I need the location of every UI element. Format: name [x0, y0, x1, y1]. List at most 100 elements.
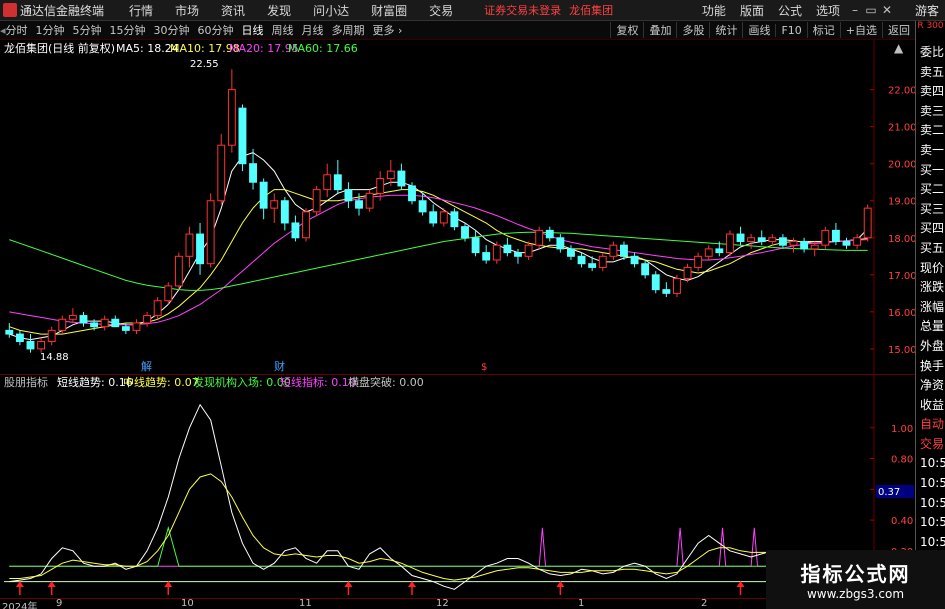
- adjust-button[interactable]: 复权: [610, 22, 643, 38]
- ma-line-ma20: [9, 194, 868, 326]
- panel-item: 买三: [920, 201, 945, 216]
- period-daily[interactable]: 日线: [238, 22, 268, 38]
- panel-item: 总量: [920, 319, 945, 334]
- menu-item-news[interactable]: 资讯: [210, 2, 256, 19]
- price-tick-label: 21.00: [888, 123, 915, 134]
- panel-item: 卖五: [920, 64, 945, 79]
- candle-up: [673, 278, 681, 294]
- indicator-title: 股朋指标: [4, 375, 48, 389]
- period-tick[interactable]: ◂分时: [0, 22, 32, 38]
- panel-item: 现价: [920, 260, 945, 275]
- ma-line-ma5: [9, 152, 869, 341]
- period-more[interactable]: 更多 ›: [369, 22, 407, 38]
- period-1min[interactable]: 1分钟: [32, 22, 69, 38]
- date-tick: 10: [181, 598, 194, 609]
- candle-down: [26, 340, 35, 350]
- candle-down: [429, 211, 438, 224]
- candle-up: [598, 255, 607, 268]
- menu-item-discover[interactable]: 发现: [256, 2, 302, 19]
- menu-item-ask[interactable]: 问小达: [302, 2, 360, 19]
- indicator-tick-label: 0.80: [891, 455, 913, 466]
- menu-item-options[interactable]: 选项: [809, 2, 847, 19]
- price-grid: [870, 40, 875, 374]
- period-weekly[interactable]: 周线: [268, 22, 298, 38]
- candle-down: [503, 244, 512, 254]
- period-5min[interactable]: 5分钟: [69, 22, 106, 38]
- login-notice[interactable]: 证券交易未登录: [484, 2, 561, 18]
- candle-up: [185, 233, 194, 257]
- candle-down: [238, 107, 247, 165]
- candle-up: [153, 300, 162, 317]
- stats-button[interactable]: 统计: [709, 22, 742, 38]
- short-trend-line: [9, 403, 869, 590]
- guest-label[interactable]: 游客: [915, 2, 939, 19]
- panel-item: 买五: [920, 240, 945, 255]
- back-button[interactable]: 返回: [882, 22, 915, 38]
- ma-lines: [9, 152, 869, 341]
- candle-up: [270, 200, 279, 209]
- candle-up: [312, 189, 321, 213]
- candle-down: [121, 326, 130, 331]
- mark-button[interactable]: 标记: [806, 22, 840, 38]
- panel-item: 涨幅: [920, 299, 945, 314]
- candle-up: [439, 211, 448, 224]
- candle-up: [323, 174, 332, 191]
- chart-title: 龙佰集团(日线 前复权): [4, 41, 115, 55]
- period-multi[interactable]: 多周期: [328, 22, 369, 38]
- candle-up: [747, 237, 756, 242]
- period-60min[interactable]: 60分钟: [194, 22, 238, 38]
- candle-down: [778, 237, 787, 246]
- add-watchlist-button[interactable]: +自选: [839, 22, 882, 38]
- candle-down: [461, 226, 469, 239]
- candle-down: [630, 255, 639, 265]
- overlay-button[interactable]: 叠加: [643, 22, 676, 38]
- date-tick: 11: [299, 598, 312, 609]
- multi-stock-button[interactable]: 多股: [676, 22, 709, 38]
- panel-item[interactable]: 自动: [916, 415, 945, 435]
- menu-item-wealth[interactable]: 财富圈: [360, 2, 418, 19]
- price-tick-label: 16.00: [888, 308, 915, 319]
- menu-item-function[interactable]: 功能: [695, 2, 733, 19]
- panel-list: 委比 卖五 卖四 卖三 卖二 卖一 买一 买二 买三 买四 买五 现价 涨跌 涨幅 总量 外盘 换手 净资 收益 自动…: [916, 43, 945, 609]
- candle-down: [757, 237, 766, 242]
- short-signal-line: [9, 527, 868, 567]
- main-chart[interactable]: 22.00 21.00 20.00 19.00 18.00 17.00 16.00 15.00…: [0, 40, 917, 374]
- candle-down: [397, 170, 406, 187]
- menu-item-trade[interactable]: 交易: [418, 2, 464, 19]
- period-monthly[interactable]: 月线: [298, 22, 328, 38]
- collapse-icon[interactable]: ▲: [894, 41, 904, 55]
- toolbar-right: 复权 叠加 多股 统计 画线 F10 标记 +自选 返回: [610, 22, 915, 38]
- watermark-url: www.zbgs3.com: [806, 587, 905, 601]
- draw-line-button[interactable]: 画线: [742, 22, 775, 38]
- ma-line-ma10: [9, 189, 868, 335]
- candle-up: [768, 237, 777, 242]
- f10-button[interactable]: F10: [775, 23, 806, 37]
- menu-item-formula[interactable]: 公式: [771, 2, 809, 19]
- period-30min[interactable]: 30分钟: [150, 22, 194, 38]
- menu-item-layout[interactable]: 版面: [733, 2, 771, 19]
- candle-down: [418, 200, 427, 213]
- restore-icon[interactable]: ▭: [863, 3, 879, 17]
- candle-down: [567, 248, 575, 257]
- candle-down: [291, 222, 300, 239]
- panel-item[interactable]: 交易: [916, 435, 945, 455]
- menu-item-market[interactable]: 市场: [164, 2, 210, 19]
- date-tick: 2: [701, 598, 708, 609]
- candle-up: [227, 89, 236, 146]
- stock-name-header: 龙佰集团: [569, 4, 614, 17]
- close-icon[interactable]: ✕: [879, 3, 895, 17]
- candlestick-chart[interactable]: 22.00 21.00 20.00 19.00 18.00 17.00 16.00 15.00…: [0, 40, 917, 374]
- candle-down: [831, 229, 840, 242]
- candle-up: [683, 266, 692, 280]
- event-label-unlock[interactable]: 解: [141, 359, 152, 373]
- panel-item: 卖二: [920, 123, 945, 138]
- candle-down: [800, 240, 809, 250]
- candle-down: [196, 233, 204, 265]
- minimize-icon[interactable]: –: [847, 3, 863, 17]
- app-logo-icon: [3, 3, 17, 17]
- period-15min[interactable]: 15分钟: [106, 22, 150, 38]
- menu-item-quotes[interactable]: 行情: [118, 2, 164, 19]
- candle-up: [492, 244, 501, 261]
- event-label-finance[interactable]: 财: [274, 359, 285, 373]
- event-marker[interactable]: $: [481, 362, 487, 373]
